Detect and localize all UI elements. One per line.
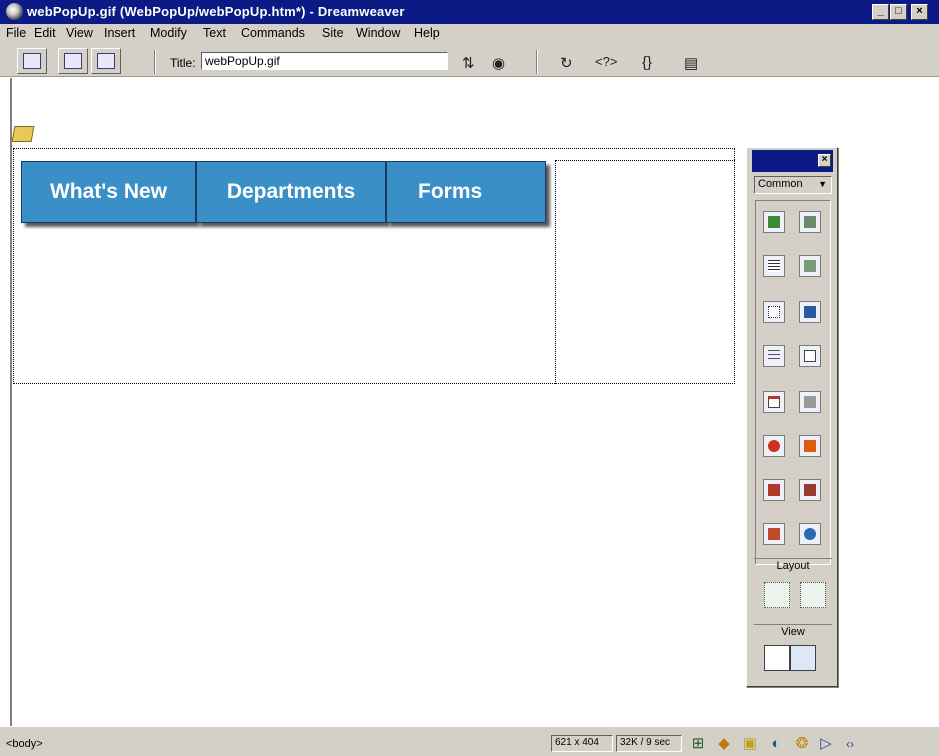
menu-edit[interactable]: Edit bbox=[34, 26, 56, 40]
design-view-button[interactable] bbox=[91, 48, 121, 74]
minimize-icon: _ bbox=[877, 5, 884, 17]
timelines-icon[interactable]: ▷ bbox=[816, 735, 836, 753]
close-button[interactable]: × bbox=[911, 4, 928, 20]
html-styles-icon[interactable]: ▣ bbox=[740, 735, 760, 753]
css-styles-icon[interactable]: ◐ bbox=[766, 735, 786, 753]
insert-flash-button-icon[interactable] bbox=[763, 479, 785, 501]
menu-modify[interactable]: Modify bbox=[150, 26, 187, 40]
insert-shockwave-icon[interactable] bbox=[763, 523, 785, 545]
insert-image-icon[interactable] bbox=[763, 211, 785, 233]
code-inspector-icon[interactable]: ‹› bbox=[840, 735, 860, 753]
page-title-input[interactable] bbox=[201, 52, 448, 70]
menu-window[interactable]: Window bbox=[356, 26, 400, 40]
layer-inner-divider bbox=[555, 160, 556, 384]
insert-tabular-data-icon[interactable] bbox=[799, 255, 821, 277]
view-section-label: View bbox=[754, 624, 832, 640]
insert-table-icon[interactable] bbox=[763, 255, 785, 277]
behaviors-icon[interactable]: ❂ bbox=[792, 735, 812, 753]
assets-icon[interactable]: ◆ bbox=[714, 735, 734, 753]
nav-tab-departments[interactable]: Departments bbox=[196, 161, 386, 223]
tag-selector[interactable]: <body> bbox=[6, 738, 43, 750]
code-navigation-icon[interactable]: {} bbox=[642, 54, 652, 71]
minimize-button[interactable]: _ bbox=[872, 4, 889, 20]
objects-panel-titlebar[interactable]: × bbox=[752, 150, 833, 172]
preview-browser-icon[interactable]: ◉ bbox=[492, 54, 505, 72]
title-bar: webPopUp.gif (WebPopUp/webPopUp.htm*) - … bbox=[0, 0, 939, 24]
menu-help[interactable]: Help bbox=[414, 26, 440, 40]
standard-view-icon[interactable] bbox=[764, 645, 790, 671]
dreamweaver-app-icon[interactable] bbox=[6, 3, 23, 20]
layout-view-icon[interactable] bbox=[790, 645, 816, 671]
page-title-label: Title: bbox=[170, 56, 196, 70]
code-view-button[interactable] bbox=[17, 48, 47, 74]
menu-insert[interactable]: Insert bbox=[104, 26, 135, 40]
insert-navigation-bar-icon[interactable] bbox=[799, 301, 821, 323]
insert-generator-icon[interactable] bbox=[799, 523, 821, 545]
window-title: webPopUp.gif (WebPopUp/webPopUp.htm*) - … bbox=[27, 4, 405, 19]
refresh-icon[interactable]: ↻ bbox=[560, 54, 573, 72]
status-bar: <body> 621 x 404 32K / 9 sec ⊞ ◆ ▣ ◐ ❂ ▷… bbox=[0, 726, 939, 756]
insert-server-side-include-icon[interactable] bbox=[799, 391, 821, 413]
reference-icon[interactable]: <?> bbox=[595, 54, 617, 69]
design-view-icon bbox=[97, 53, 115, 69]
window-size-menu[interactable]: 621 x 404 bbox=[551, 735, 613, 752]
download-stats: 32K / 9 sec bbox=[616, 735, 682, 752]
document-toolbar: Title: ⇅ ◉ ↻ <?> {} ▤ bbox=[0, 44, 939, 77]
insert-email-link-icon[interactable] bbox=[799, 345, 821, 367]
insert-date-icon[interactable] bbox=[763, 391, 785, 413]
menu-commands[interactable]: Commands bbox=[241, 26, 305, 40]
insert-horizontal-rule-icon[interactable] bbox=[763, 345, 785, 367]
insert-flash-text-icon[interactable] bbox=[799, 479, 821, 501]
insert-rollover-image-icon[interactable] bbox=[799, 211, 821, 233]
menu-text[interactable]: Text bbox=[203, 26, 226, 40]
menu-bar: File Edit View Insert Modify Text Comman… bbox=[0, 24, 939, 44]
common-objects-grid bbox=[755, 200, 831, 565]
close-icon: × bbox=[821, 154, 828, 165]
maximize-button[interactable]: □ bbox=[890, 4, 907, 20]
split-view-icon bbox=[64, 53, 82, 69]
draw-layout-table-icon[interactable] bbox=[800, 582, 826, 608]
layout-section-label: Layout bbox=[754, 558, 832, 574]
toolbar-separator bbox=[536, 50, 538, 74]
menu-site[interactable]: Site bbox=[322, 26, 344, 40]
close-icon: × bbox=[916, 5, 923, 17]
nav-tab-forms[interactable]: Forms bbox=[386, 161, 546, 223]
draw-layout-cell-icon[interactable] bbox=[764, 582, 790, 608]
objects-category-select[interactable]: Common ▼ bbox=[754, 176, 832, 194]
file-management-icon[interactable]: ⇅ bbox=[462, 54, 475, 72]
view-options-icon[interactable]: ▤ bbox=[684, 54, 698, 72]
nav-tab-whats-new[interactable]: What's New bbox=[21, 161, 196, 223]
menu-file[interactable]: File bbox=[6, 26, 26, 40]
objects-panel: × Common ▼ Layout View bbox=[746, 147, 838, 687]
layer-marker-icon[interactable] bbox=[11, 126, 35, 142]
draw-layer-icon[interactable] bbox=[763, 301, 785, 323]
insert-fireworks-html-icon[interactable] bbox=[763, 435, 785, 457]
split-view-button[interactable] bbox=[58, 48, 88, 74]
menu-view[interactable]: View bbox=[66, 26, 93, 40]
site-icon[interactable]: ⊞ bbox=[688, 735, 708, 753]
panel-close-button[interactable]: × bbox=[818, 154, 831, 167]
objects-category-label: Common bbox=[758, 178, 803, 190]
layer-inner-border bbox=[555, 160, 735, 161]
insert-flash-icon[interactable] bbox=[799, 435, 821, 457]
toolbar-separator bbox=[154, 50, 156, 74]
maximize-icon: □ bbox=[895, 5, 902, 17]
code-view-icon bbox=[23, 53, 41, 69]
chevron-down-icon: ▼ bbox=[818, 179, 827, 189]
